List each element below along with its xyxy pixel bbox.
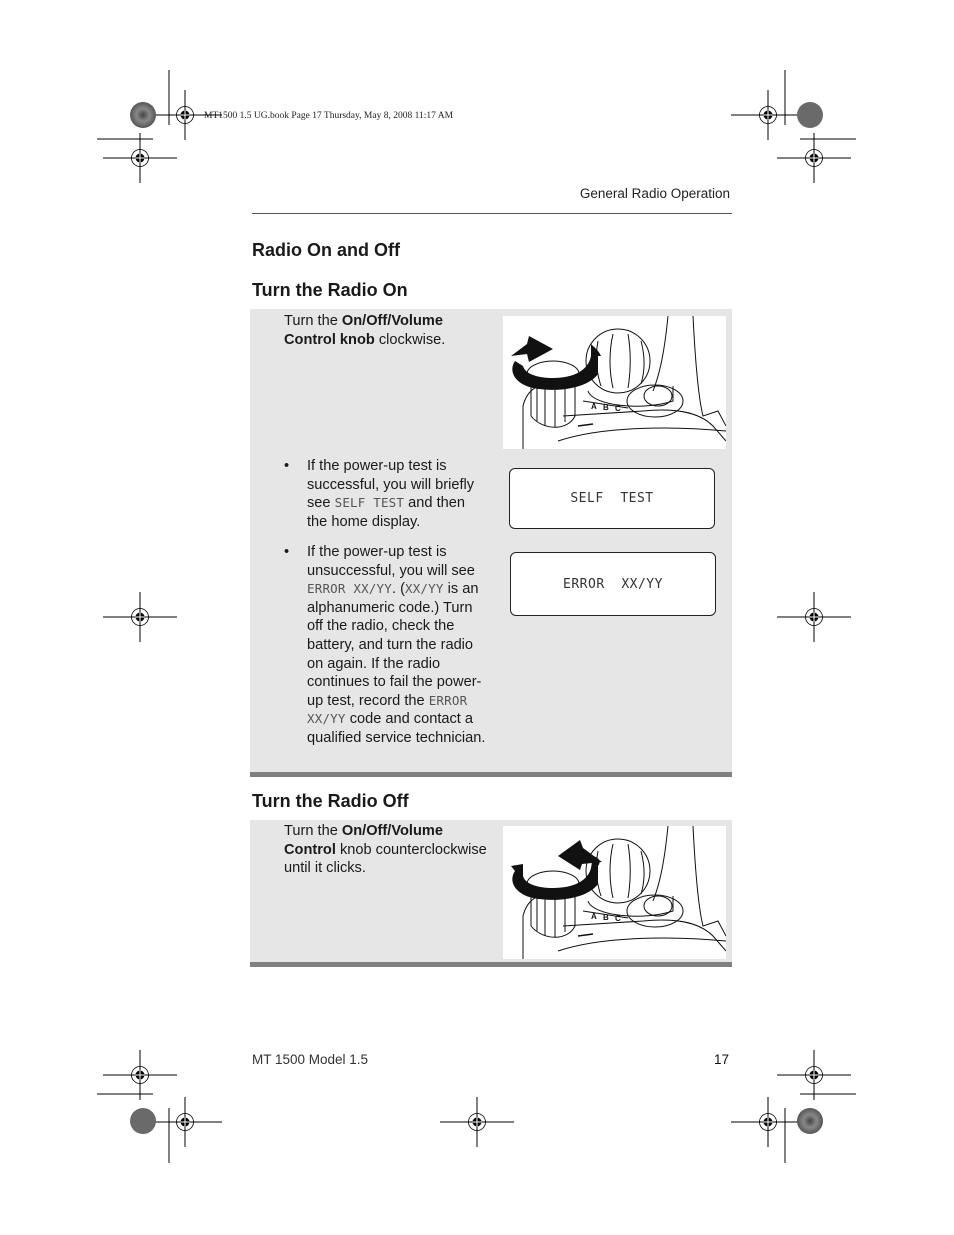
color-rosette-icon xyxy=(130,1108,156,1134)
registration-mark-icon xyxy=(147,89,223,141)
registration-mark-icon xyxy=(102,591,178,643)
registration-mark-icon xyxy=(102,1049,178,1101)
crop-lines xyxy=(97,70,856,1163)
registration-mark-icon xyxy=(776,591,852,643)
registration-mark-icon xyxy=(147,1096,223,1148)
registration-mark-icon xyxy=(102,132,178,184)
registration-mark-icon xyxy=(776,1049,852,1101)
registration-mark-icon xyxy=(730,1096,806,1148)
printer-marks xyxy=(97,70,856,1163)
color-rosette-icon xyxy=(797,102,823,128)
registration-mark-icon xyxy=(776,132,852,184)
registration-mark-icon xyxy=(439,1096,515,1148)
registration-mark-icon xyxy=(730,89,806,141)
color-rosette-icon xyxy=(797,1108,823,1134)
color-rosette-icon xyxy=(130,102,156,128)
